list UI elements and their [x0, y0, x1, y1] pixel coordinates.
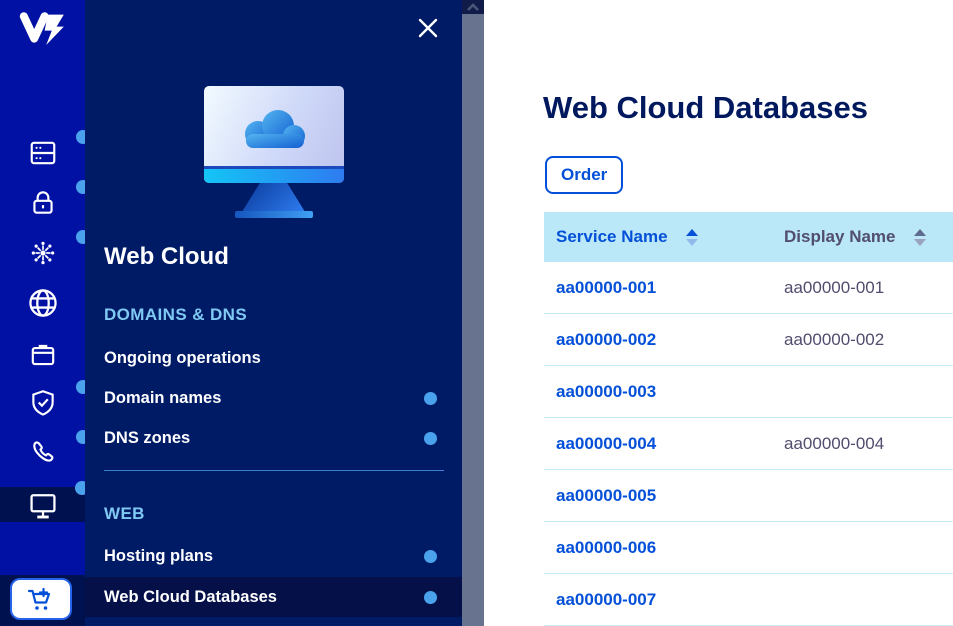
- close-icon: [416, 16, 444, 40]
- menu-item-ongoing-operations[interactable]: Ongoing operations: [85, 338, 462, 378]
- table-row: aa00000-004 aa00000-004: [544, 418, 953, 470]
- monitor-icon: [27, 489, 59, 521]
- column-label: Display Name: [784, 227, 896, 247]
- section-divider: [104, 470, 444, 471]
- table-row: aa00000-006: [544, 522, 953, 574]
- cloud-icon: [236, 104, 312, 152]
- sort-icon: [914, 229, 926, 246]
- page-title: Web Cloud Databases: [543, 90, 868, 126]
- chevron-up-icon: [466, 3, 480, 12]
- service-link[interactable]: aa00000-006: [556, 538, 656, 557]
- sidebar-item-web[interactable]: [0, 285, 85, 321]
- service-link[interactable]: aa00000-003: [556, 382, 656, 401]
- menu-item-web-cloud-databases[interactable]: Web Cloud Databases: [85, 577, 462, 617]
- monitor-base: [235, 211, 313, 218]
- sidebar-item-web-cloud-active[interactable]: [0, 487, 85, 522]
- sidebar-item-products[interactable]: [0, 337, 85, 373]
- sidebar-item-protection[interactable]: [0, 385, 85, 421]
- monitor-menubar: [204, 166, 344, 183]
- scroll-up-button[interactable]: [462, 0, 484, 14]
- table-row: aa00000-003: [544, 366, 953, 418]
- section-heading-domains-dns: DOMAINS & DNS: [104, 305, 247, 325]
- section-heading-web: WEB: [104, 504, 145, 524]
- menu-item-label: DNS zones: [104, 429, 190, 448]
- sidebar-item-telecom[interactable]: [0, 435, 85, 471]
- notification-dot: [424, 432, 437, 445]
- service-link[interactable]: aa00000-001: [556, 278, 656, 297]
- sidebar-bottom-section: [0, 575, 85, 626]
- table-row: aa00000-002 aa00000-002: [544, 314, 953, 366]
- service-link[interactable]: aa00000-002: [556, 330, 656, 349]
- server-icon: [28, 138, 58, 168]
- flyout-scrollbar: [462, 0, 484, 626]
- monitor-screen-illustration: [204, 86, 344, 183]
- table-row: aa00000-007: [544, 574, 953, 626]
- globe-icon: [27, 287, 59, 319]
- menu-item-label: Domain names: [104, 389, 221, 408]
- phone-icon: [28, 438, 58, 468]
- main-content: Web Cloud Databases Order Service Name D…: [484, 0, 953, 626]
- menu-item-domain-names[interactable]: Domain names: [85, 378, 462, 418]
- sidebar: [0, 0, 85, 626]
- column-label: Service Name: [556, 227, 668, 247]
- display-name-cell: aa00000-004: [772, 434, 953, 454]
- menu-item-hosting-plans[interactable]: Hosting plans: [85, 536, 462, 576]
- services-table: Service Name Display Name aa00000-001 aa…: [544, 212, 953, 626]
- shield-check-icon: [28, 388, 58, 418]
- close-button[interactable]: [416, 14, 444, 42]
- table-header: Service Name Display Name: [544, 212, 953, 262]
- column-header-service-name[interactable]: Service Name: [544, 212, 772, 262]
- display-name-cell: aa00000-002: [772, 330, 953, 350]
- menu-item-label: Hosting plans: [104, 547, 213, 566]
- cart-order-button[interactable]: [10, 578, 72, 620]
- sidebar-item-billing[interactable]: [0, 135, 85, 171]
- web-cloud-illustration: [85, 86, 462, 218]
- scrollbar-thumb[interactable]: [462, 14, 484, 626]
- sidebar-item-security[interactable]: [0, 185, 85, 221]
- service-link[interactable]: aa00000-007: [556, 590, 656, 609]
- menu-item-label: Web Cloud Databases: [104, 588, 277, 607]
- service-link[interactable]: aa00000-004: [556, 434, 656, 453]
- ovhcloud-logo-icon: [19, 10, 67, 48]
- box-icon: [28, 340, 58, 370]
- flyout-title: Web Cloud: [104, 243, 229, 271]
- service-link[interactable]: aa00000-005: [556, 486, 656, 505]
- notification-dot: [424, 591, 437, 604]
- monitor-stand: [243, 183, 305, 211]
- web-cloud-flyout-panel: Web Cloud DOMAINS & DNS Ongoing operatio…: [85, 0, 462, 626]
- hub-icon: [28, 238, 58, 268]
- menu-item-dns-zones[interactable]: DNS zones: [85, 418, 462, 458]
- ovhcloud-logo[interactable]: [0, 10, 85, 48]
- menu-item-label: Ongoing operations: [104, 349, 261, 368]
- lock-icon: [28, 188, 58, 218]
- display-name-cell: aa00000-001: [772, 278, 953, 298]
- sort-icon: [686, 229, 698, 246]
- notification-dot: [424, 392, 437, 405]
- cart-plus-icon: [26, 585, 56, 613]
- order-button[interactable]: Order: [545, 156, 623, 194]
- table-row: aa00000-005: [544, 470, 953, 522]
- column-header-display-name[interactable]: Display Name: [772, 212, 953, 262]
- sidebar-item-network[interactable]: [0, 235, 85, 271]
- table-row: aa00000-001 aa00000-001: [544, 262, 953, 314]
- notification-dot: [424, 550, 437, 563]
